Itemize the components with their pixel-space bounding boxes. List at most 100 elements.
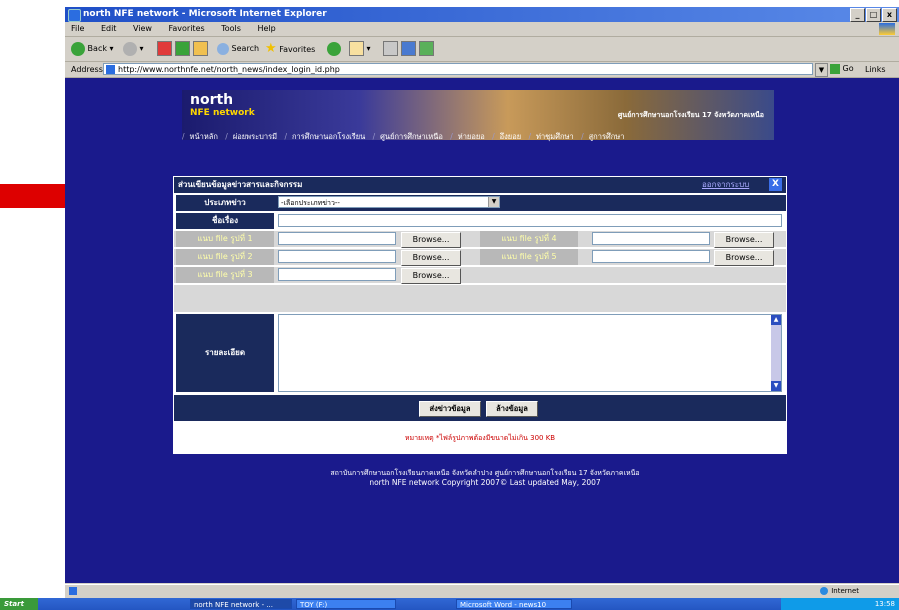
nav-item-8[interactable]: สูการศึกษา	[589, 132, 625, 141]
type-label: ประเภทข่าว	[176, 195, 274, 211]
menu-favorites[interactable]: Favorites	[169, 24, 205, 33]
minimize-button[interactable]: _	[850, 8, 865, 22]
site-nav: / หน้าหลัก / ผ่อยพระบารมี / การศึกษานอกโรงเ…	[182, 132, 625, 141]
forward-button[interactable]: ▾	[123, 41, 144, 57]
maximize-button[interactable]: □	[866, 8, 881, 22]
forward-arrow-icon	[123, 41, 137, 56]
reset-button[interactable]: ล้างข้อมูล	[486, 401, 538, 417]
submit-button[interactable]: ส่งข่าวข้อมูล	[419, 401, 481, 417]
browse-button-3[interactable]: Browse...	[401, 268, 461, 284]
menu-tools[interactable]: Tools	[221, 24, 241, 33]
subject-input[interactable]	[278, 214, 782, 227]
file-input-5[interactable]	[592, 250, 710, 263]
status-bar: Internet	[65, 584, 899, 597]
taskbar-item-folder[interactable]: TOY (F:)	[296, 599, 396, 609]
textarea-scrollbar[interactable]	[771, 315, 781, 391]
detail-label: รายละเอียด	[176, 314, 274, 392]
browse-button-1[interactable]: Browse...	[401, 232, 461, 248]
history-icon	[327, 41, 341, 56]
page-margin	[0, 0, 65, 610]
subject-label: ชื่อเรื่อง	[176, 213, 274, 229]
panel-close-button[interactable]: X	[769, 178, 782, 191]
window-title: north NFE network - Microsoft Internet E…	[83, 9, 327, 19]
search-button[interactable]: Search	[217, 41, 259, 57]
file-label-4: แนบ file รูปที่ 4	[480, 231, 578, 247]
menu-view[interactable]: View	[133, 24, 152, 33]
nav-item-5[interactable]: ห่ายอยอ	[458, 132, 485, 141]
page-done-icon	[69, 587, 77, 595]
print-button[interactable]	[383, 41, 398, 57]
messenger-button[interactable]	[419, 41, 434, 57]
file-input-1[interactable]	[278, 232, 396, 245]
messenger-icon	[419, 41, 434, 56]
edit-icon	[401, 41, 416, 56]
file-input-3[interactable]	[278, 268, 396, 281]
menu-edit[interactable]: Edit	[101, 24, 117, 33]
history-button[interactable]	[327, 41, 341, 57]
security-zone: Internet	[820, 585, 859, 597]
edit-button[interactable]	[401, 41, 416, 57]
file-size-note: หมายเหตุ *ไฟล์รูปภาพต้องมีขนาดไม่เกิน 30…	[404, 434, 556, 442]
back-button[interactable]: Back ▾	[71, 41, 114, 57]
page-viewport: north NFE network ศูนย์การศึกษานอกโรงเรี…	[65, 78, 899, 583]
panel-title: ส่วนเขียนข้อมูลข่าวสารและกิจกรรม	[178, 180, 303, 189]
banner-caption: ศูนย์การศึกษานอกโรงเรียน 17 จังหวัดภาคเห…	[617, 111, 764, 119]
refresh-button[interactable]	[175, 41, 190, 57]
detail-textarea[interactable]: ▲ ▼	[278, 314, 782, 392]
file-input-2[interactable]	[278, 250, 396, 263]
go-button[interactable]: Go	[830, 63, 854, 75]
browse-button-4[interactable]: Browse...	[714, 232, 774, 248]
site-logo-north: north	[190, 92, 234, 108]
toolbar: Back ▾ ▾ Search ★ Favorites ▾	[65, 37, 899, 62]
menu-bar: File Edit View Favorites Tools Help	[65, 22, 899, 37]
taskbar: Start north NFE network - ... TOY (F:) M…	[0, 598, 899, 610]
ie-window: north NFE network - Microsoft Internet E…	[65, 7, 899, 605]
menu-help[interactable]: Help	[257, 24, 275, 33]
footer-copyright: north NFE network Copyright 2007© Last u…	[369, 478, 601, 487]
address-label: Address	[71, 65, 103, 74]
nav-item-7[interactable]: ท่าชุมศึกษา	[536, 132, 574, 141]
page-icon	[106, 65, 115, 74]
file-input-4[interactable]	[592, 232, 710, 245]
nav-item-4[interactable]: ศูนย์การศึกษาเหนือ	[380, 132, 443, 141]
address-input[interactable]: http://www.northnfe.net/north_news/index…	[103, 63, 813, 75]
browse-button-2[interactable]: Browse...	[401, 250, 461, 266]
print-icon	[383, 41, 398, 56]
taskbar-item-word[interactable]: Microsoft Word - news10	[456, 599, 572, 609]
file-label-2: แนบ file รูปที่ 2	[176, 249, 274, 265]
file-row-2: แนบ file รูปที่ 2 Browse... แนบ file รูป…	[174, 249, 786, 266]
nav-item-3[interactable]: การศึกษานอกโรงเรียน	[292, 132, 365, 141]
links-button[interactable]: Links	[865, 62, 886, 77]
back-arrow-icon	[71, 41, 85, 56]
spacer-row	[174, 285, 786, 312]
search-icon	[217, 42, 229, 55]
menu-file[interactable]: File	[71, 24, 84, 33]
mail-button[interactable]: ▾	[349, 41, 371, 57]
home-button[interactable]	[193, 41, 208, 57]
stop-icon	[157, 41, 172, 56]
close-button[interactable]: x	[882, 8, 897, 22]
file-label-3: แนบ file รูปที่ 3	[176, 267, 274, 283]
star-icon: ★	[265, 41, 277, 56]
windows-logo-icon	[879, 23, 895, 35]
nav-item-6[interactable]: อึงยอย	[500, 132, 521, 141]
nav-item-2[interactable]: ผ่อยพระบารมี	[233, 132, 277, 141]
system-tray: 13:58	[781, 598, 899, 610]
type-row: ประเภทข่าว -เลือกประเภทข่าว-- ▼	[174, 195, 786, 211]
taskbar-item-ie[interactable]: north NFE network - ...	[190, 599, 292, 609]
logout-link[interactable]: ออกจากระบบ	[702, 177, 749, 193]
nav-home[interactable]: หน้าหลัก	[190, 132, 218, 141]
news-type-select[interactable]: -เลือกประเภทข่าว-- ▼	[278, 196, 500, 208]
stop-button[interactable]	[157, 41, 172, 57]
browse-button-5[interactable]: Browse...	[714, 250, 774, 266]
favorites-button[interactable]: ★ Favorites	[265, 41, 315, 57]
address-dropdown[interactable]: ▼	[815, 63, 828, 77]
file-label-5: แนบ file รูปที่ 5	[480, 249, 578, 265]
scroll-up-icon[interactable]: ▲	[771, 315, 781, 325]
scroll-down-icon[interactable]: ▼	[771, 381, 781, 391]
refresh-icon	[175, 41, 190, 56]
site-logo-nfe: NFE network	[190, 108, 255, 118]
file-label-1: แนบ file รูปที่ 1	[176, 231, 274, 247]
start-button[interactable]: Start	[0, 598, 38, 610]
chevron-down-icon: ▼	[488, 197, 499, 207]
